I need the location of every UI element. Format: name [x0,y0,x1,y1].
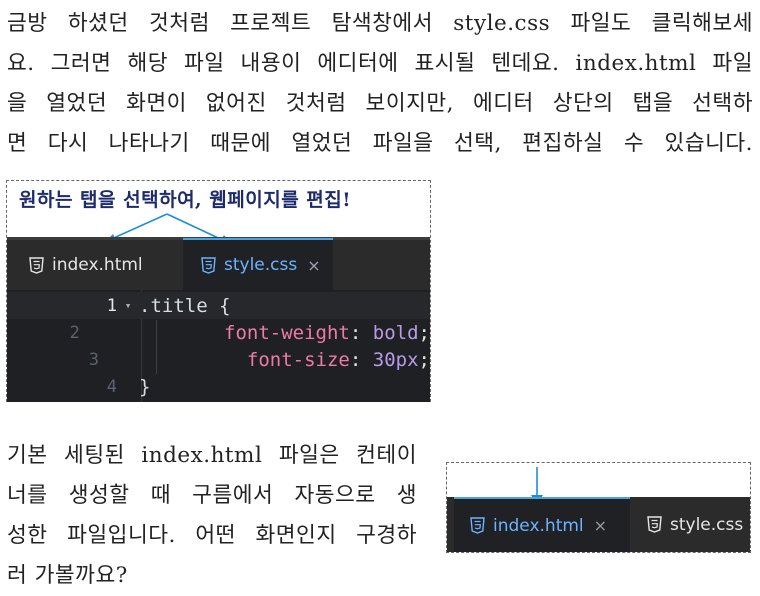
code-editor[interactable]: 1 ▾ .title { 2 font-weight: bold; 3 font… [7,290,430,402]
html5-file-icon [470,517,485,534]
css3-file-icon [647,516,662,533]
code-line: 4 } [7,373,430,400]
tab-label: style.css [670,514,744,535]
paragraph-line: 면 다시 나타나기 때문에 열었던 파일을 선택, 편집하실 수 있습니다. [7,131,753,156]
tab-style-css[interactable]: style.css [647,497,743,552]
intro-paragraph: 금방 하셨던 것처럼 프로젝트 탐색창에서 style.css 파일도 클릭해보… [7,4,753,164]
css-property: font-size [246,348,350,371]
tab-index-html[interactable]: index.html [29,240,143,290]
editor-tab-bar: index.html style.css × [7,237,430,290]
tab-label: index.html [52,255,143,275]
paragraph-line: 금방 하셨던 것처럼 프로젝트 탐색창에서 style.css 파일도 클릭해보… [7,11,753,36]
close-icon[interactable]: × [594,516,607,535]
line-number: 3 [88,349,99,370]
editor-tabs-figure: 원하는 탭을 선택하여, 웹페이지를 편집! index.html style.… [6,180,431,402]
tab-index-html[interactable]: index.html × [454,497,630,552]
html5-file-icon [29,256,44,274]
editor-tab-bar: index.html × style.css [447,497,750,552]
close-icon[interactable]: × [307,256,320,275]
tab-style-css[interactable]: style.css × [183,238,333,290]
line-number: 2 [69,322,80,343]
paragraph-line: 기본 세팅된 index.html 파일은 컨테이 [7,443,417,468]
code-line: 3 font-size: 30px; [7,346,430,373]
paragraph-line: 너를 생성할 때 구름에서 자동으로 생 [7,483,417,508]
css3-file-icon [201,256,216,274]
css-semicolon: ; [418,348,430,371]
paragraph-line: 러 가볼까요? [7,563,128,588]
paragraph-line: 성한 파일입니다. 어떤 화면인지 구경하 [7,523,417,548]
line-number: 4 [106,376,117,397]
tab-label: index.html [493,515,584,536]
css-closing-brace: } [139,375,151,398]
paragraph-line: 을 열었던 화면이 없어진 것처럼 보이지만, 에디터 상단의 탭을 선택하 [7,91,753,116]
paragraph-line: 요. 그러면 해당 파일 내용이 에디터에 표시될 텐데요. index.htm… [7,51,753,76]
css-colon: : [349,348,362,371]
closing-paragraph: 기본 세팅된 index.html 파일은 컨테이 너를 생성할 때 구름에서 … [7,436,417,596]
css-value: 30px [372,348,419,371]
tab-label: style.css [224,255,298,275]
index-tab-figure: index.html × style.css [446,462,751,553]
